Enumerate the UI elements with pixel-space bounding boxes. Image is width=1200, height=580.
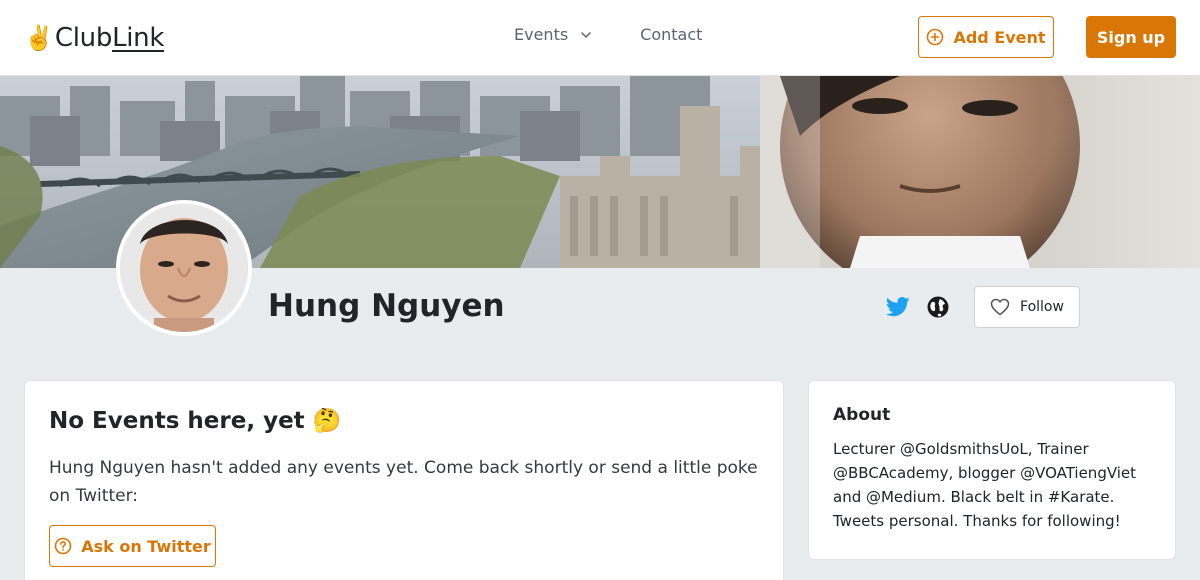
events-card: No Events here, yet 🤔 Hung Nguyen hasn't…: [24, 380, 784, 580]
logo-text-club: Club: [54, 23, 113, 53]
events-empty-title: No Events here, yet 🤔: [49, 408, 342, 434]
about-card: About Lecturer @GoldsmithsUoL, Trainer @…: [808, 380, 1176, 560]
plus-circle-icon: [927, 28, 944, 46]
add-event-label: Add Event: [953, 27, 1046, 47]
about-bio: Lecturer @GoldsmithsUoL, Trainer @BBCAca…: [833, 440, 1137, 530]
nav-events-dropdown[interactable]: Events: [514, 25, 592, 44]
clublink-logo[interactable]: ✌️ Club Link: [24, 20, 164, 56]
events-empty-message: Hung Nguyen hasn't added any events yet.…: [49, 458, 758, 506]
signup-label: Sign up: [1096, 27, 1166, 47]
about-title: About: [833, 405, 891, 425]
chevron-down-icon: [581, 31, 591, 38]
nav-contact-link[interactable]: Contact: [640, 25, 702, 44]
logo-text-link: Link: [112, 23, 165, 53]
avatar-photo: [120, 204, 248, 332]
signup-button[interactable]: Sign up: [1086, 16, 1176, 58]
add-event-button[interactable]: Add Event: [918, 16, 1054, 58]
nav-events-label: Events: [514, 25, 569, 44]
ask-on-twitter-button[interactable]: Ask on Twitter: [49, 525, 216, 567]
ask-on-twitter-label: Ask on Twitter: [81, 536, 211, 556]
heart-icon: [990, 298, 1010, 316]
follow-label: Follow: [1020, 299, 1064, 315]
victory-hand-icon: ✌️: [24, 24, 54, 52]
profile-avatar: [116, 200, 252, 336]
profile-name: Hung Nguyen: [268, 288, 505, 324]
follow-button[interactable]: Follow: [974, 286, 1080, 328]
globe-icon[interactable]: [927, 296, 949, 318]
top-navbar: ✌️ Club Link Events Contact Add Event Si…: [0, 0, 1200, 76]
twitter-icon[interactable]: [886, 296, 910, 318]
main-nav: Events Contact: [514, 25, 702, 44]
question-circle-icon: [54, 537, 72, 555]
